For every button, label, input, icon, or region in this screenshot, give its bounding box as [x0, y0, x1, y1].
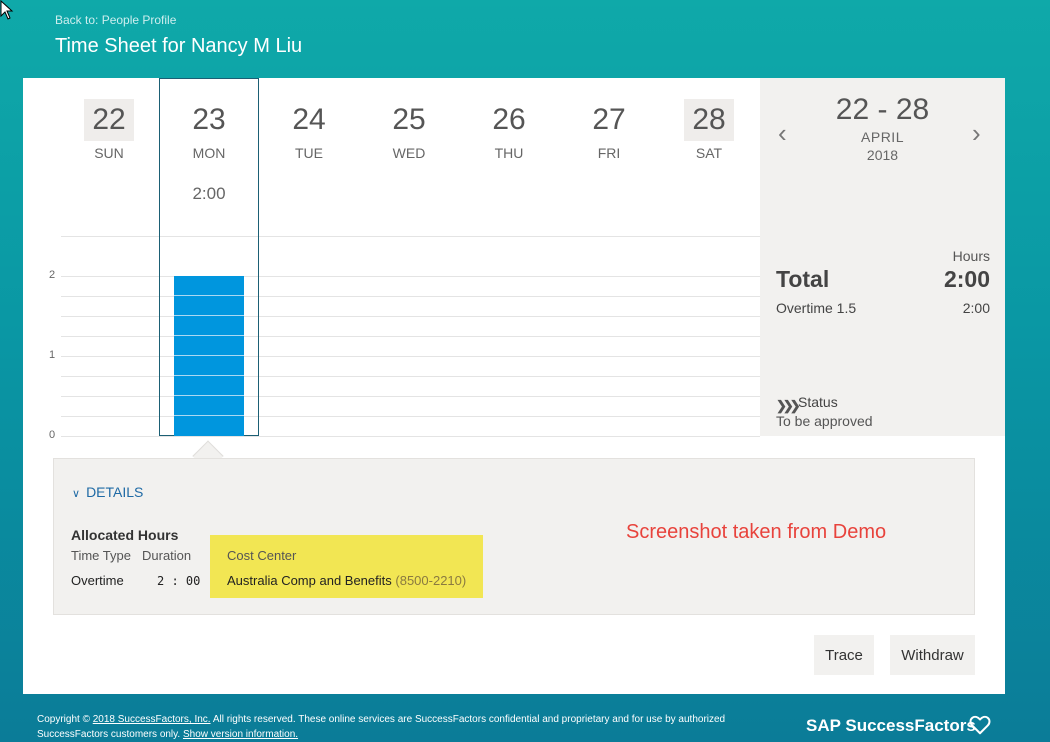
- day-number: 23: [192, 103, 226, 136]
- demo-watermark: Screenshot taken from Demo: [626, 521, 887, 543]
- cost-center-highlight: Cost Center Australia Comp and Benefits …: [210, 535, 483, 598]
- trace-button[interactable]: Trace: [814, 635, 874, 675]
- day-name: SAT: [695, 145, 723, 161]
- details-toggle[interactable]: ∨ DETAILS: [72, 484, 143, 500]
- week-range: 22 - 28: [835, 93, 930, 126]
- next-week-icon[interactable]: ›: [972, 120, 981, 146]
- total-label: Total: [776, 266, 830, 292]
- day-fri[interactable]: 27 FRI: [559, 78, 659, 436]
- day-hours: 2:00: [192, 184, 226, 203]
- day-name: THU: [494, 145, 524, 161]
- status-value: To be approved: [776, 413, 873, 429]
- back-to-profile-link[interactable]: Back to: People Profile: [55, 13, 176, 27]
- day-sat[interactable]: 28 SAT: [659, 78, 759, 436]
- hours-bar-mon[interactable]: [174, 276, 244, 436]
- row-cost-center: Australia Comp and Benefits (8500-2210): [227, 573, 466, 588]
- status-label: Status: [798, 394, 838, 410]
- row-time-type: Overtime: [71, 573, 124, 588]
- day-tue[interactable]: 24 TUE: [259, 78, 359, 436]
- col-duration: Duration: [142, 548, 192, 563]
- col-cost-center: Cost Center: [227, 548, 297, 563]
- day-wed[interactable]: 25 WED: [359, 78, 459, 436]
- col-time-type: Time Type: [71, 548, 131, 563]
- day-sun[interactable]: 22 SUN: [59, 78, 159, 436]
- bar-segment-line: [174, 375, 244, 376]
- day-name: MON: [192, 145, 226, 161]
- bar-segment-line: [174, 415, 244, 416]
- y-tick-label: 0: [49, 429, 56, 441]
- day-number: 22: [84, 99, 134, 141]
- version-info-link[interactable]: Show version information.: [183, 729, 298, 740]
- day-number: 24: [292, 103, 326, 136]
- y-tick-label: 1: [49, 349, 56, 361]
- cost-center-name: Australia Comp and Benefits: [227, 573, 392, 588]
- day-number: 26: [492, 103, 526, 136]
- week-year: 2018: [866, 147, 899, 163]
- week-month: APRIL: [861, 129, 904, 145]
- y-tick-label: 2: [49, 269, 56, 281]
- page-title: Time Sheet for Nancy M Liu: [55, 35, 303, 57]
- withdraw-button[interactable]: Withdraw: [890, 635, 975, 675]
- day-name: WED: [392, 145, 426, 161]
- heart-icon: [969, 715, 991, 735]
- bar-segment-line: [174, 315, 244, 316]
- day-name: SUN: [94, 145, 124, 161]
- company-link[interactable]: 2018 SuccessFactors, Inc.: [93, 714, 211, 725]
- footer-text: Copyright © 2018 SuccessFactors, Inc. Al…: [37, 712, 757, 742]
- day-thu[interactable]: 26 THU: [459, 78, 559, 436]
- overtime-label: Overtime 1.5: [776, 300, 857, 316]
- copyright-prefix: Copyright ©: [37, 714, 90, 725]
- chevron-down-icon: ∨: [72, 488, 81, 500]
- bar-segment-line: [174, 355, 244, 356]
- status-chevrons-icon: ❯❯❯: [776, 398, 801, 413]
- day-number: 28: [684, 99, 734, 141]
- allocated-hours-title: Allocated Hours: [71, 527, 179, 543]
- week-summary-panel: ‹ 22 - 28 APRIL 2018 › Hours Total 2:00 …: [760, 78, 1005, 436]
- bar-segment-line: [174, 395, 244, 396]
- day-name: FRI: [597, 145, 621, 161]
- grid-line: [61, 436, 760, 437]
- total-value: 2:00: [943, 266, 990, 292]
- day-number: 27: [592, 103, 626, 136]
- row-duration: 2 : 00: [157, 574, 201, 588]
- day-number: 25: [392, 103, 426, 136]
- bar-segment-line: [174, 335, 244, 336]
- details-panel: ∨ DETAILS Allocated Hours Time Type Durat…: [53, 458, 975, 615]
- cost-center-code: (8500-2210): [395, 573, 467, 588]
- bar-segment-line: [174, 295, 244, 296]
- mouse-cursor-icon: [0, 0, 14, 20]
- brand-logo: SAP SuccessFactors: [806, 716, 976, 735]
- timesheet-card: 2 1 0 22 SUN 23 MON 2:00 24 TUE 25 WED 2…: [23, 78, 1005, 694]
- hours-column-label: Hours: [952, 248, 990, 264]
- day-name: TUE: [295, 145, 323, 161]
- details-toggle-label: DETAILS: [86, 484, 144, 500]
- overtime-value: 2:00: [962, 300, 990, 316]
